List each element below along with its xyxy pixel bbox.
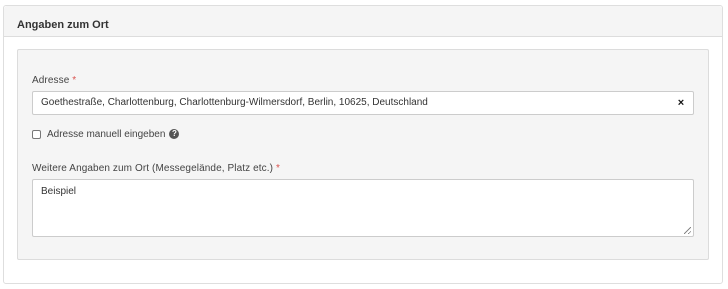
- manual-address-row: Adresse manuell eingeben ?: [32, 127, 180, 141]
- help-icon[interactable]: ?: [169, 129, 180, 139]
- location-panel: Angaben zum Ort Adresse * Goethestraße, …: [3, 5, 723, 284]
- address-input[interactable]: Goethestraße, Charlottenburg, Charlotten…: [32, 91, 694, 115]
- clear-address-icon[interactable]: ×: [675, 96, 687, 110]
- details-label-text: Weitere Angaben zum Ort (Messegelände, P…: [32, 163, 274, 174]
- manual-address-label[interactable]: Adresse manuell eingeben: [47, 129, 165, 140]
- address-label: Adresse *: [32, 75, 76, 86]
- address-input-value: Goethestraße, Charlottenburg, Charlotten…: [41, 97, 428, 108]
- resize-grip-icon[interactable]: [684, 227, 691, 234]
- details-textarea-value: Beispiel: [41, 186, 77, 197]
- panel-title: Angaben zum Ort: [17, 19, 109, 31]
- manual-address-checkbox[interactable]: [32, 129, 41, 139]
- address-label-text: Adresse: [32, 75, 70, 86]
- details-label: Weitere Angaben zum Ort (Messegelände, P…: [32, 163, 280, 174]
- location-form: Adresse * Goethestraße, Charlottenburg, …: [17, 49, 709, 260]
- details-required-mark: *: [275, 163, 280, 174]
- address-required-mark: *: [72, 75, 77, 86]
- details-textarea[interactable]: Beispiel: [32, 179, 694, 237]
- panel-header: Angaben zum Ort: [4, 6, 722, 37]
